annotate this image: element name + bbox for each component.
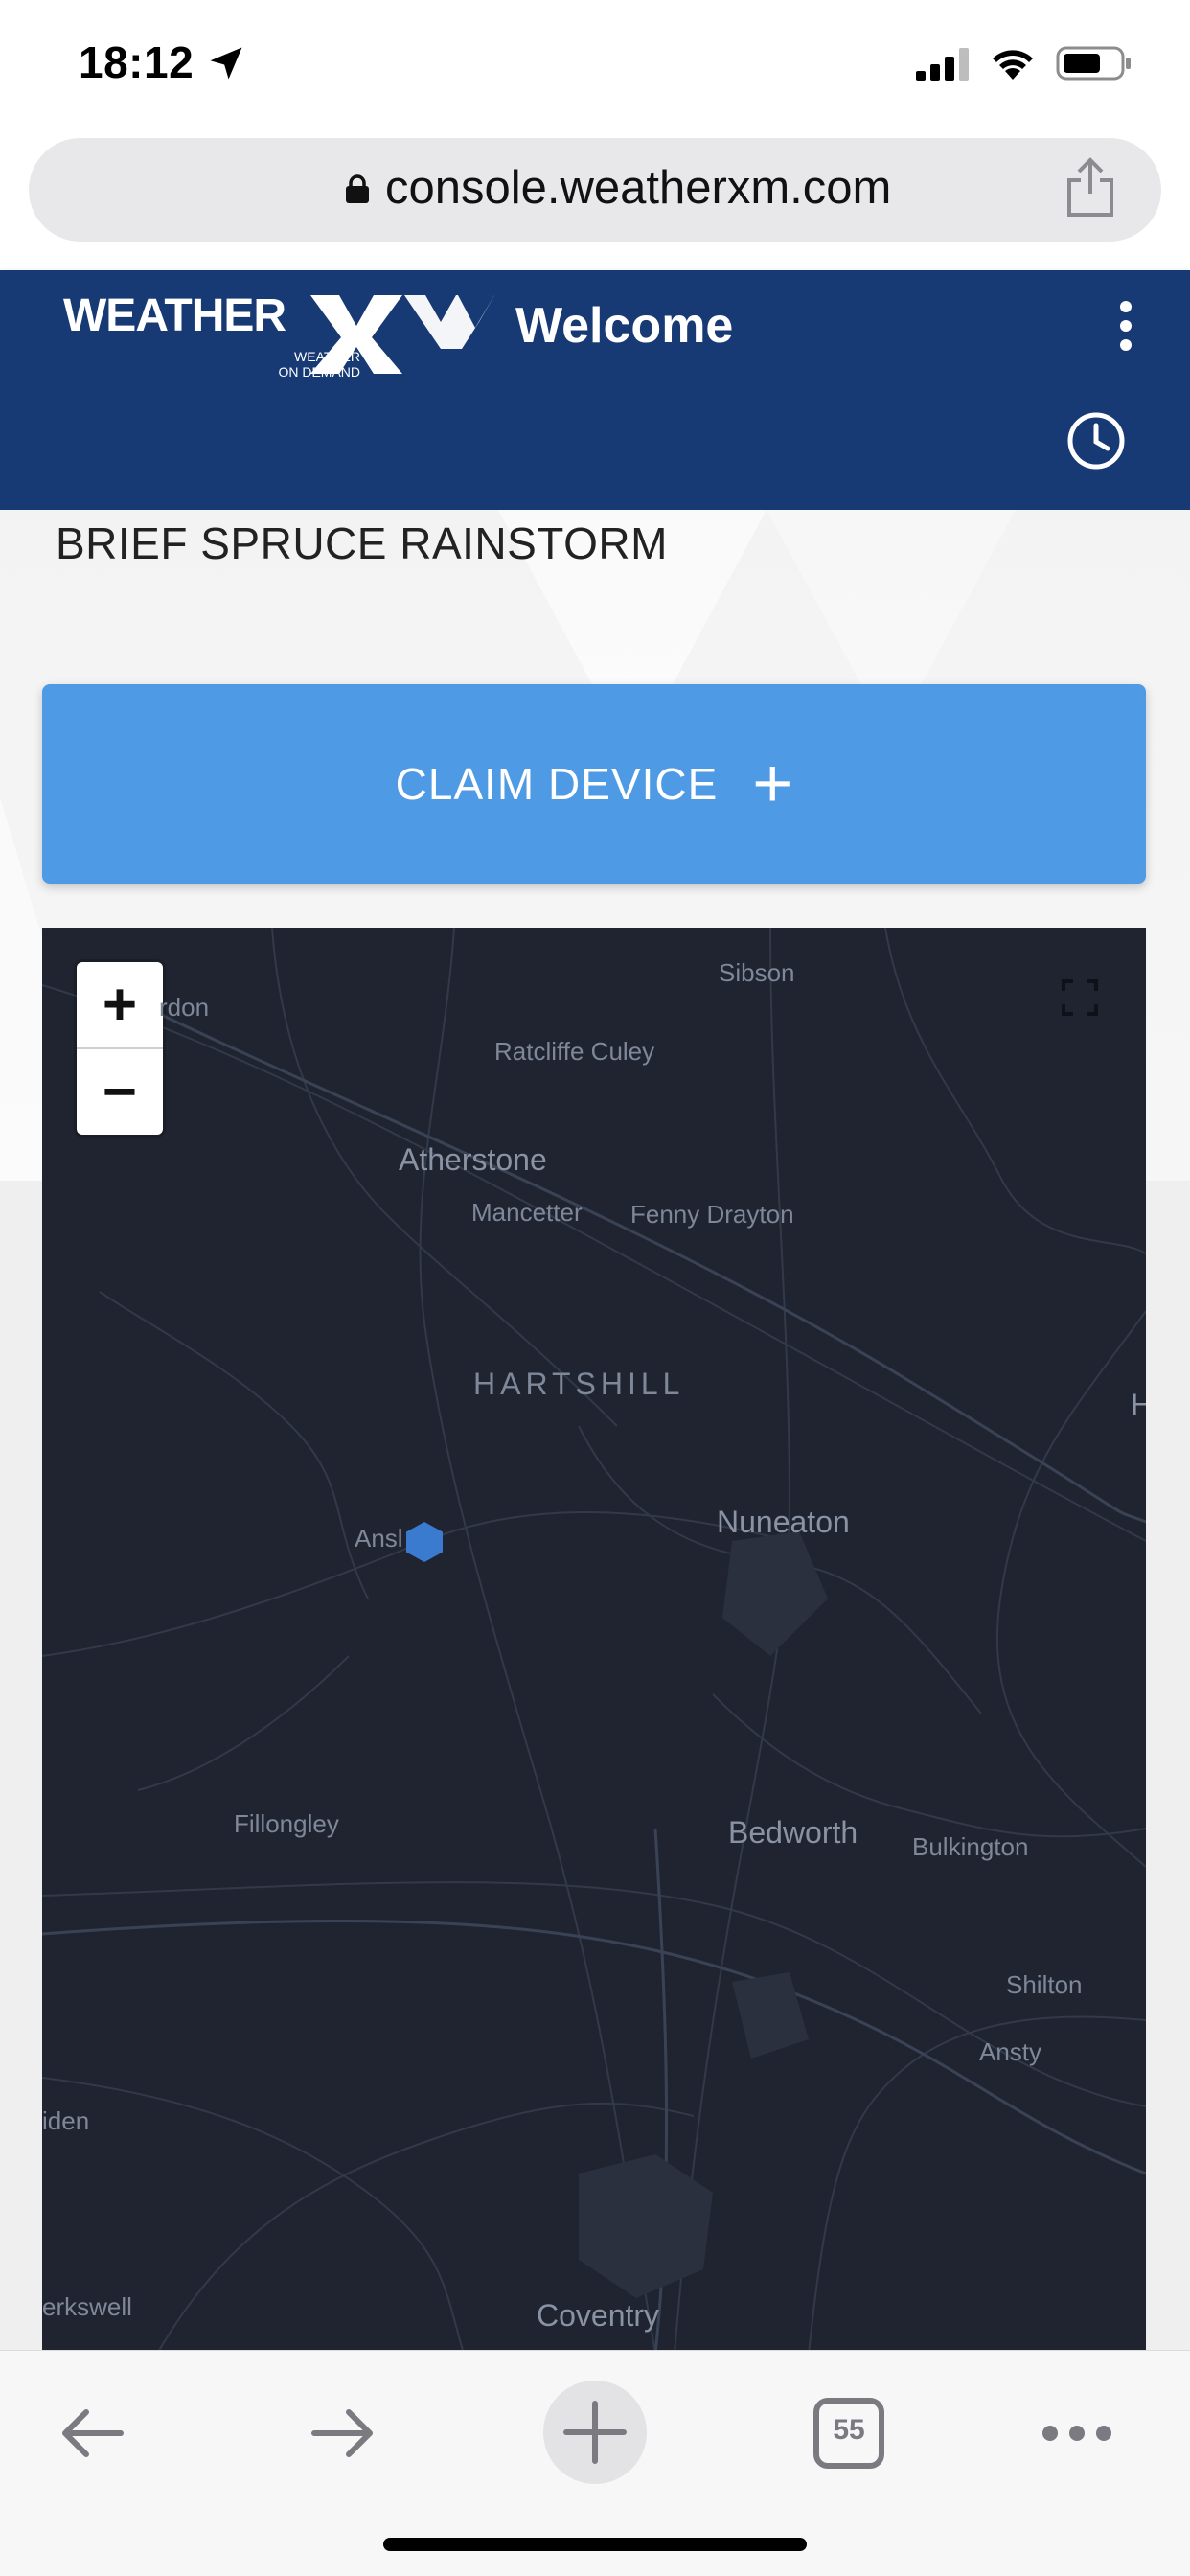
map-label-ansty: Ansty: [979, 2037, 1042, 2066]
logo-tagline: WEATHER ON DEMAND: [278, 349, 360, 380]
cellular-signal-icon: [916, 48, 969, 80]
zoom-control: + −: [77, 962, 163, 1135]
tabs-button[interactable]: 55: [811, 2395, 887, 2472]
url-text[interactable]: console.weatherxm.com: [385, 161, 891, 215]
map-label-rdon: rdon: [159, 993, 210, 1022]
zoom-out-button[interactable]: −: [77, 1049, 163, 1135]
app-header: WEATHER WEATHER ON DEMAND Welcome: [0, 270, 1190, 510]
share-icon[interactable]: [1062, 157, 1119, 218]
map-label-fillongley: Fillongley: [234, 1809, 339, 1838]
clock-icon[interactable]: [1065, 410, 1127, 472]
map-label-nuneaton: Nuneaton: [717, 1505, 850, 1539]
tab-count: 55: [833, 2414, 865, 2446]
lock-icon: [346, 174, 369, 203]
weather-station-marker[interactable]: [402, 1520, 446, 1564]
claim-device-button[interactable]: CLAIM DEVICE +: [42, 684, 1146, 884]
address-bar[interactable]: console.weatherxm.com: [29, 138, 1161, 242]
status-time: 18:12: [79, 37, 195, 87]
more-horizontal-icon[interactable]: [1039, 2395, 1115, 2472]
forward-arrow-icon[interactable]: [305, 2395, 381, 2472]
status-indicators: [916, 42, 1133, 84]
logo-wordmark: WEATHER: [63, 290, 286, 341]
weatherxm-logo[interactable]: WEATHER WEATHER ON DEMAND: [63, 282, 494, 380]
map-label-ratcliffe-culey: Ratcliffe Culey: [494, 1037, 655, 1066]
claim-device-label: CLAIM DEVICE: [395, 759, 719, 809]
back-arrow-icon[interactable]: [54, 2395, 130, 2472]
map-label-coventry: Coventry: [537, 2298, 660, 2333]
map-roads: [42, 928, 1146, 2354]
map-label-bulkington: Bulkington: [912, 1832, 1029, 1861]
battery-icon: [1056, 46, 1131, 80]
map-label-mancetter: Mancetter: [471, 1198, 583, 1227]
map-label-ansley: Ansl: [355, 1524, 403, 1552]
map-label-erkswell: erkswell: [42, 2292, 132, 2321]
home-indicator: [383, 2538, 807, 2551]
stations-map[interactable]: + − rdon Sibson Ratcliffe Culey Athersto…: [42, 928, 1146, 2354]
page-title: Welcome: [515, 298, 734, 354]
new-tab-plus-icon[interactable]: [542, 2380, 648, 2485]
map-label-sibson: Sibson: [719, 958, 795, 987]
location-arrow-icon: [210, 47, 242, 80]
zoom-in-button[interactable]: +: [77, 962, 163, 1047]
map-label-atherstone: Atherstone: [399, 1142, 547, 1177]
map-label-bedworth: Bedworth: [728, 1815, 858, 1850]
plus-icon: +: [752, 746, 793, 822]
map-label-hartshill: HARTSHILL: [473, 1367, 685, 1401]
device-name: BRIEF SPRUCE RAINSTORM: [56, 518, 668, 568]
more-vertical-icon[interactable]: [1111, 297, 1140, 355]
fullscreen-icon[interactable]: [1062, 979, 1098, 1016]
status-bar: 18:12: [0, 0, 1190, 130]
map-label-fenny-drayton: Fenny Drayton: [630, 1200, 794, 1229]
wifi-icon: [993, 50, 1033, 80]
map-label-shilton: Shilton: [1006, 1970, 1083, 1999]
map-label-edge-h: H: [1131, 1388, 1146, 1422]
map-label-iden: iden: [42, 2106, 90, 2135]
